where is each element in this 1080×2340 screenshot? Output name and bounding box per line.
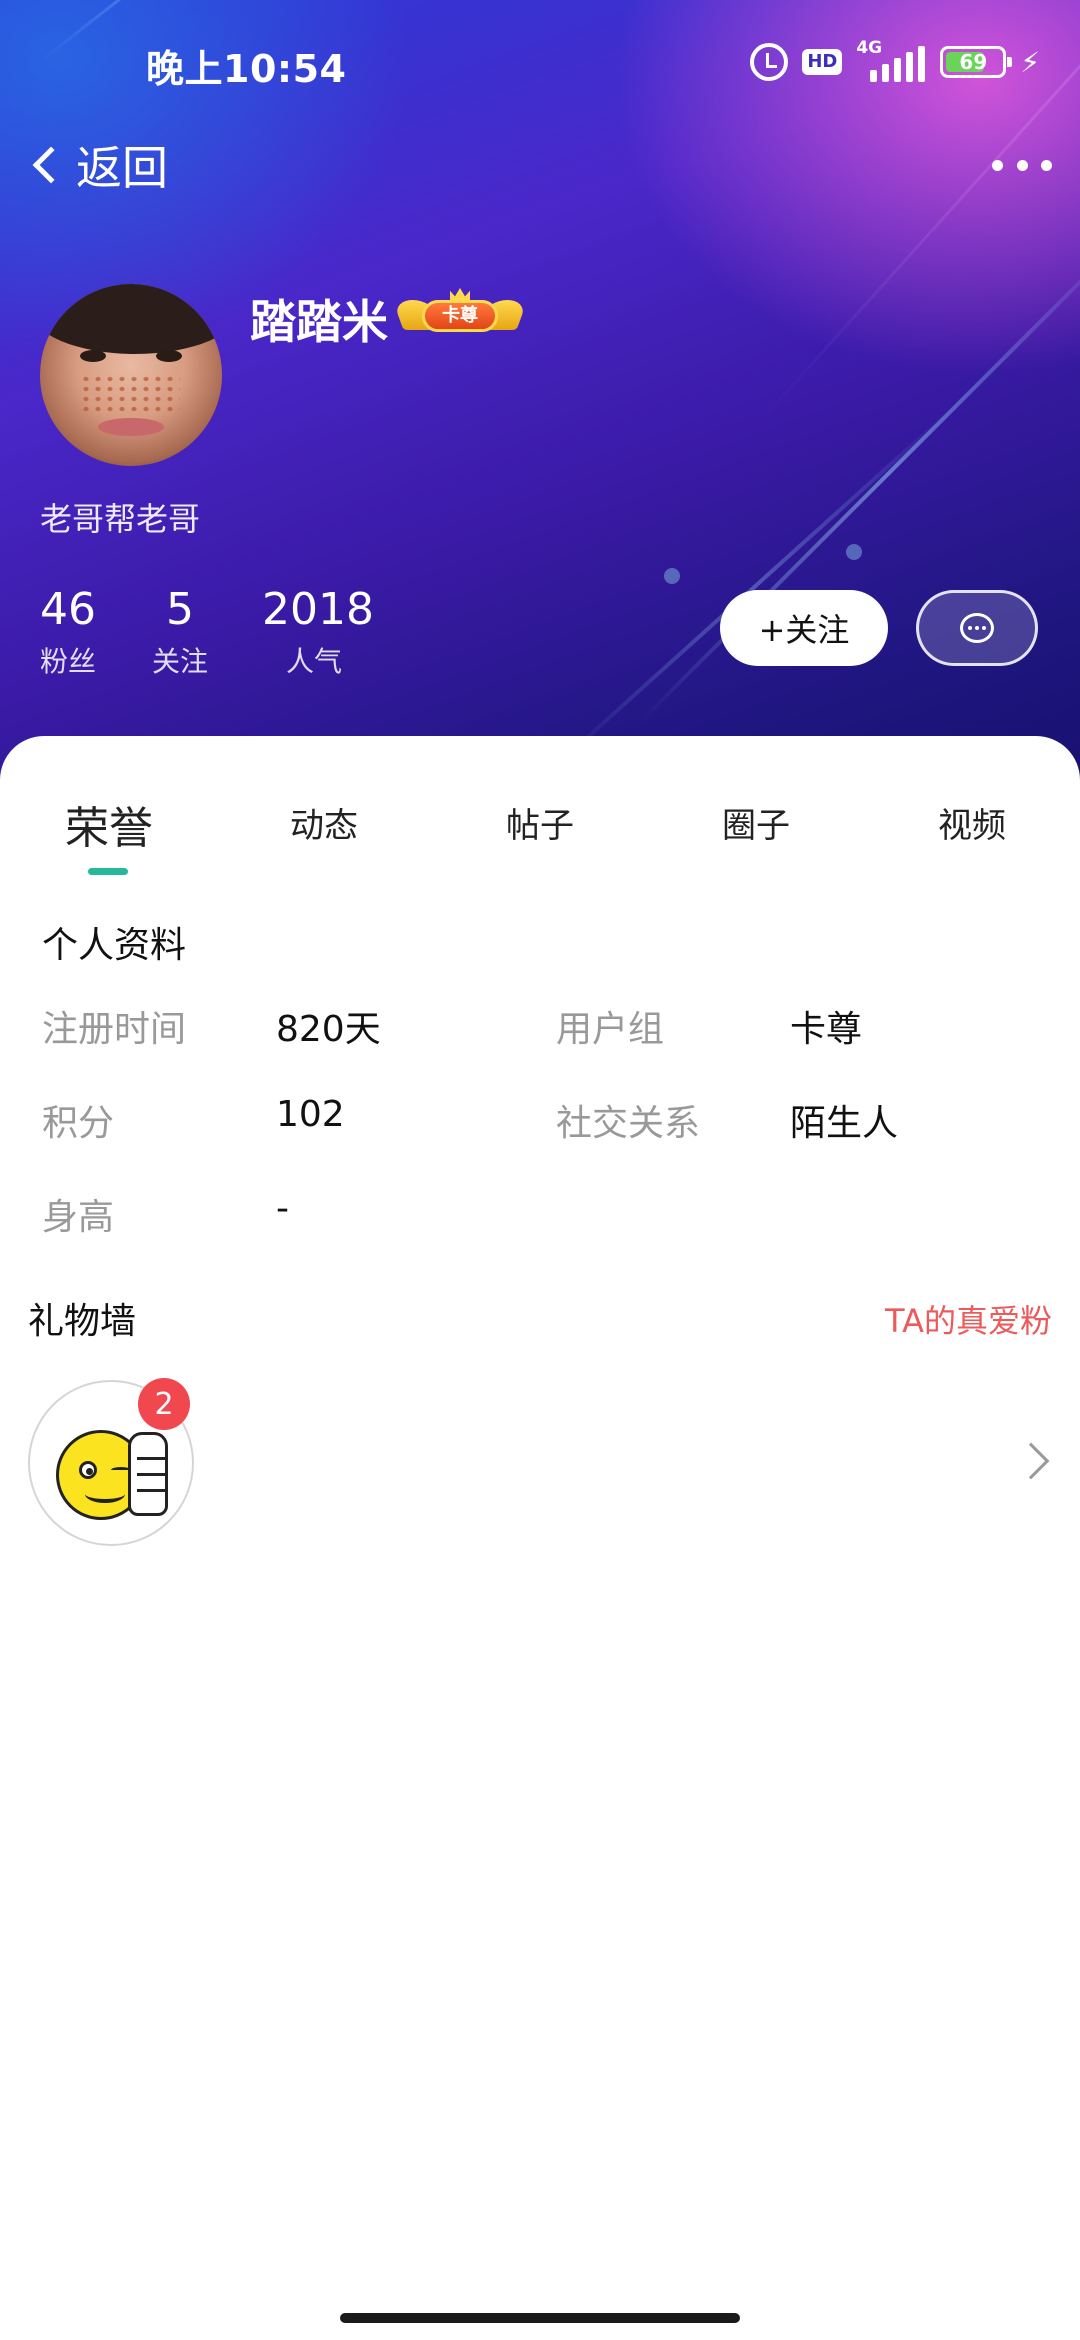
stat-following[interactable]: 5 关注 bbox=[150, 584, 210, 680]
network-type: 4G bbox=[856, 38, 883, 58]
username: 踏踏米 bbox=[250, 295, 388, 349]
active-tab-indicator bbox=[88, 868, 128, 875]
tab-videos[interactable]: 视频 bbox=[932, 798, 1012, 847]
more-options-button[interactable] bbox=[986, 140, 1058, 190]
info-label-points: 积分 bbox=[42, 1103, 115, 1144]
stat-fans[interactable]: 46 粉丝 bbox=[40, 584, 96, 680]
follow-button[interactable]: +关注 bbox=[720, 590, 888, 666]
info-label-relationship: 社交关系 bbox=[556, 1103, 701, 1144]
chevron-right-icon[interactable] bbox=[1012, 1442, 1050, 1480]
stat-label: 关注 bbox=[151, 645, 208, 678]
alarm-icon bbox=[750, 43, 789, 81]
stat-value: 2018 bbox=[262, 584, 374, 635]
back-label: 返回 bbox=[76, 141, 168, 195]
info-value-height: - bbox=[276, 1188, 289, 1229]
battery-icon: 69 bbox=[940, 46, 1013, 78]
chevron-left-icon bbox=[32, 146, 70, 184]
decor-dot bbox=[846, 544, 862, 560]
gift-count-badge: 2 bbox=[138, 1378, 190, 1430]
vip-badge-label: 卡尊 bbox=[422, 300, 498, 332]
stat-value: 5 bbox=[166, 584, 194, 635]
info-label-register-time: 注册时间 bbox=[42, 1009, 187, 1050]
profile-tabs: 荣誉 动态 帖子 圈子 视频 bbox=[0, 798, 1080, 908]
info-value-relationship: 陌生人 bbox=[790, 1103, 899, 1144]
info-label-user-group: 用户组 bbox=[556, 1009, 665, 1050]
tab-posts[interactable]: 帖子 bbox=[500, 798, 580, 847]
tab-circles[interactable]: 圈子 bbox=[716, 798, 796, 847]
message-button[interactable] bbox=[916, 590, 1038, 666]
info-value-register-time: 820天 bbox=[276, 1009, 381, 1050]
back-button[interactable]: 返回 bbox=[24, 130, 168, 200]
home-indicator[interactable] bbox=[340, 2313, 740, 2323]
avatar[interactable] bbox=[40, 284, 222, 466]
tab-activity[interactable]: 动态 bbox=[284, 798, 364, 847]
stat-label: 粉丝 bbox=[40, 645, 97, 678]
info-value-user-group: 卡尊 bbox=[790, 1009, 863, 1050]
info-value-points: 102 bbox=[276, 1094, 345, 1135]
status-icons: HD 4G 69 ⚡ bbox=[750, 38, 1040, 84]
top-fans-link[interactable]: TA的真爱粉 bbox=[885, 1296, 1052, 1342]
gift-wall-title: 礼物墙 bbox=[28, 1301, 137, 1342]
charging-icon: ⚡ bbox=[1020, 45, 1040, 79]
profile-content-card: 荣誉 动态 帖子 圈子 视频 个人资料 注册时间 820天 用户组 卡尊 积分 … bbox=[0, 736, 1080, 2340]
user-bio: 老哥帮老哥 bbox=[40, 500, 201, 538]
vip-badge: 卡尊 bbox=[392, 288, 528, 338]
personal-info-title: 个人资料 bbox=[42, 925, 187, 966]
battery-level: 69 bbox=[959, 50, 988, 74]
tab-honor[interactable]: 荣誉 bbox=[64, 792, 154, 856]
more-dots-icon bbox=[992, 159, 1003, 171]
signal-icon: 4G bbox=[856, 38, 926, 82]
stat-label: 人气 bbox=[285, 645, 342, 678]
info-label-height: 身高 bbox=[42, 1197, 115, 1238]
decor-dot bbox=[664, 568, 680, 584]
gift-item[interactable]: 2 bbox=[28, 1378, 194, 1546]
status-time: 晚上10:54 bbox=[146, 47, 347, 91]
hd-icon: HD bbox=[802, 49, 843, 75]
light-beam bbox=[558, 412, 948, 764]
thumb-icon bbox=[128, 1432, 168, 1516]
stat-value: 46 bbox=[40, 584, 96, 635]
stat-popularity: 2018 人气 bbox=[262, 584, 374, 680]
chat-bubble-icon bbox=[960, 613, 994, 643]
